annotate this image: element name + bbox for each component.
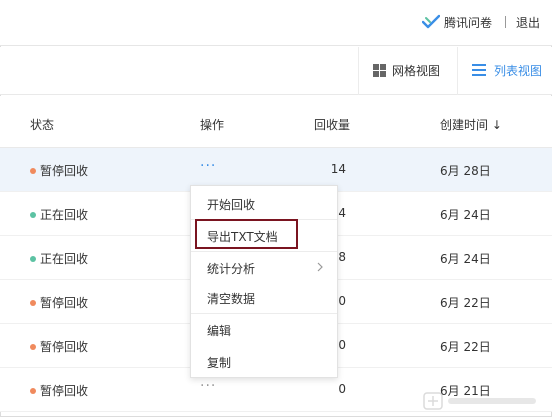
row-more-button[interactable]: ··· xyxy=(200,158,216,174)
list-icon xyxy=(472,64,486,76)
column-header-created[interactable]: 创建时间 ↓ xyxy=(440,116,502,133)
row-status: 正在回收 xyxy=(40,208,89,222)
menu-item-label: 清空数据 xyxy=(207,292,256,306)
row-status: 暂停回收 xyxy=(40,384,89,398)
row-status: 暂停回收 xyxy=(40,164,89,178)
table-header: 状态 操作 回收量 创建时间 ↓ xyxy=(0,96,552,148)
menu-item-label: 统计分析 xyxy=(207,262,256,276)
status-dot xyxy=(30,168,36,174)
row-date: 6月 22日 xyxy=(440,340,491,354)
column-header-ops: 操作 xyxy=(200,118,225,132)
grid-view-label: 网格视图 xyxy=(392,63,441,78)
menu-item-copy[interactable]: 复制 xyxy=(191,346,337,376)
menu-item-label: 编辑 xyxy=(207,324,232,338)
menu-item-edit[interactable]: 编辑 xyxy=(191,314,337,344)
status-dot xyxy=(30,256,36,262)
status-dot xyxy=(30,212,36,218)
logout-link[interactable]: 退出 xyxy=(516,14,540,31)
list-view-button[interactable]: 列表视图 xyxy=(472,61,542,79)
status-dot xyxy=(30,344,36,350)
status-dot xyxy=(30,388,36,394)
row-date: 6月 24日 xyxy=(440,208,491,222)
row-actions-menu: 开始回收 导出TXT文档 统计分析 清空数据 编辑 复制 xyxy=(190,185,338,378)
export-highlight-box xyxy=(195,219,298,249)
row-count: 14 xyxy=(330,162,346,176)
column-header-status: 状态 xyxy=(30,118,55,132)
tencent-survey-logo-icon xyxy=(421,14,440,29)
row-date: 6月 22日 xyxy=(440,296,491,310)
menu-item-clear-data[interactable]: 清空数据 xyxy=(191,282,337,312)
toolbar-divider xyxy=(358,47,359,95)
brand[interactable]: 腾讯问卷 xyxy=(421,13,492,31)
chevron-right-icon xyxy=(317,262,323,272)
status-dot xyxy=(30,300,36,306)
menu-item-statistics[interactable]: 统计分析 xyxy=(191,252,337,282)
row-date: 6月 28日 xyxy=(440,164,491,178)
row-status: 正在回收 xyxy=(40,252,89,266)
row-more-button[interactable]: ··· xyxy=(200,378,216,394)
toolbar-divider xyxy=(457,47,458,95)
top-bar: 腾讯问卷 退出 xyxy=(0,0,552,46)
header-separator xyxy=(505,16,506,28)
grid-view-button[interactable]: 网格视图 xyxy=(373,61,440,79)
row-date: 6月 24日 xyxy=(440,252,491,266)
menu-item-label: 复制 xyxy=(207,356,232,370)
menu-item-label: 开始回收 xyxy=(207,198,256,212)
watermark-logo xyxy=(423,392,536,410)
row-count: 0 xyxy=(338,382,346,396)
row-status: 暂停回收 xyxy=(40,296,89,310)
grid-icon xyxy=(373,63,386,77)
menu-item-start-collect[interactable]: 开始回收 xyxy=(191,188,337,218)
row-status: 暂停回收 xyxy=(40,340,89,354)
view-toolbar: 网格视图 列表视图 xyxy=(0,47,552,95)
column-header-count: 回收量 xyxy=(314,118,351,132)
brand-name: 腾讯问卷 xyxy=(443,15,492,30)
list-view-label: 列表视图 xyxy=(494,63,543,78)
